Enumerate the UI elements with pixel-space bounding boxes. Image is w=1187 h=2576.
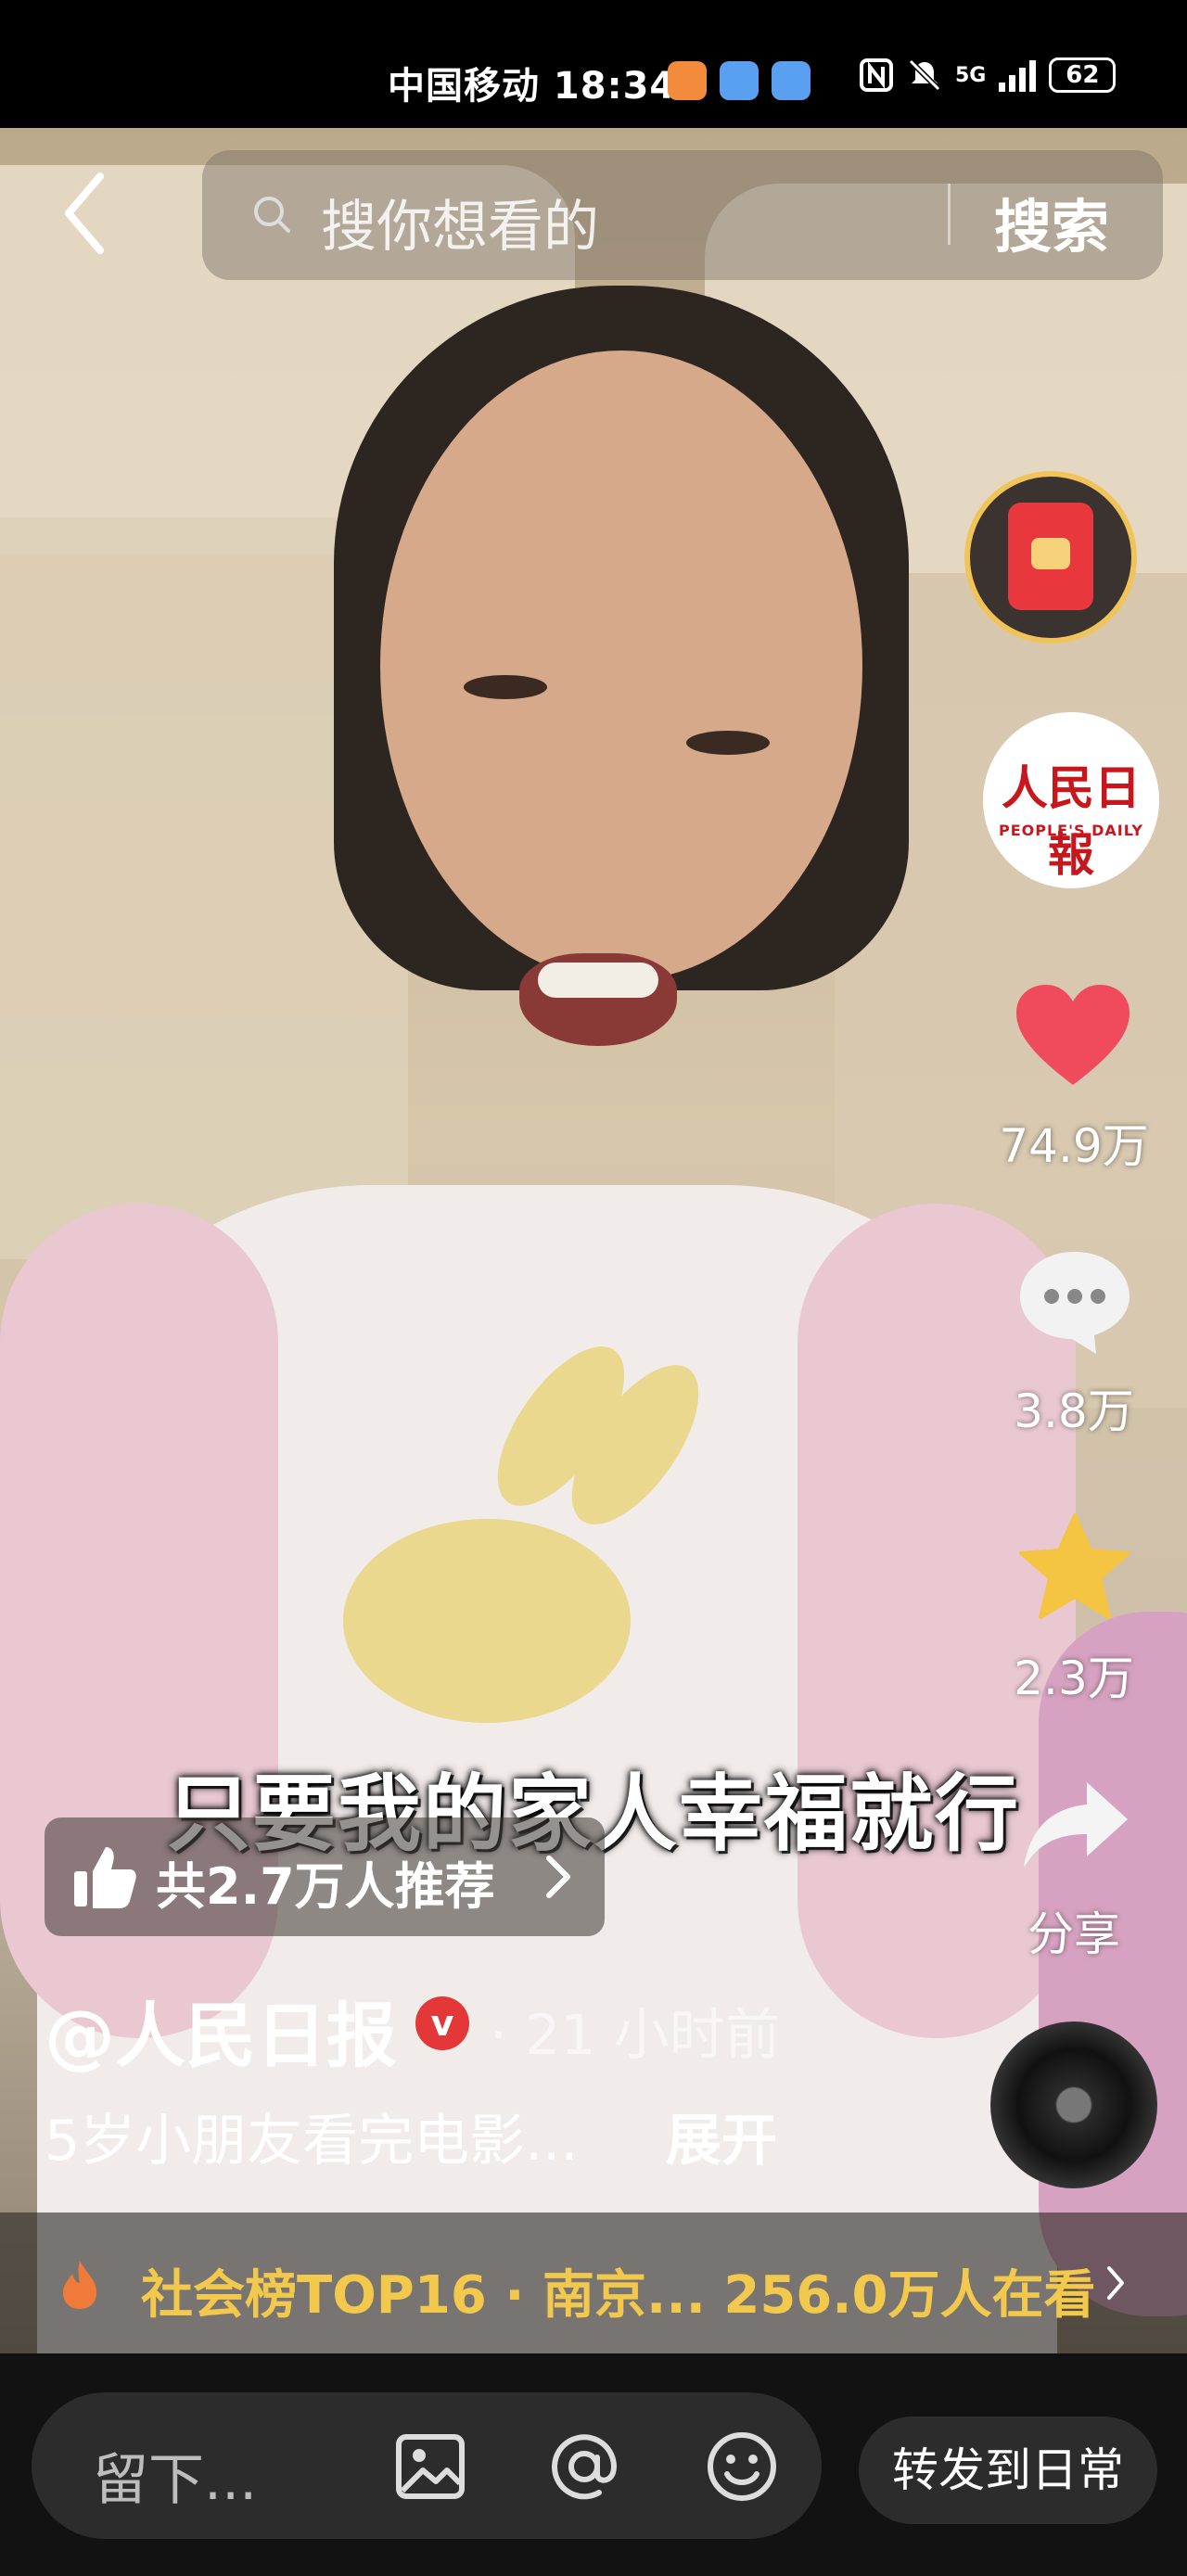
favorite-count: 2.3万 — [1014, 1651, 1134, 1705]
status-bar: 中国移动 18:34 5G 62 — [0, 0, 1187, 128]
search-icon — [254, 197, 290, 233]
author-name[interactable]: @人民日报 — [45, 1979, 397, 2081]
battery-indicator: 62 — [1049, 57, 1117, 93]
search-input[interactable]: 搜你想看的 — [321, 182, 599, 262]
recommend-text: 共2.7万人推荐 — [156, 1857, 495, 1916]
search-divider — [948, 184, 951, 245]
carrier-time: 中国移动 18:34 — [388, 65, 677, 108]
verified-badge-icon: v — [415, 1996, 469, 2050]
chevron-right-icon — [1107, 2266, 1124, 2300]
pink-plush-toy — [1039, 1612, 1187, 2316]
author-avatar[interactable]: 人民日報 PEOPLE'S DAILY — [983, 712, 1159, 888]
search-button[interactable]: 搜索 — [994, 180, 1109, 263]
post-time: · 21 小时前 — [490, 2003, 781, 2068]
share-label: 分享 — [1027, 1907, 1120, 1961]
image-icon[interactable] — [393, 2429, 467, 2504]
notification-app-icon — [668, 61, 707, 100]
favorite-star-icon[interactable] — [1016, 1511, 1133, 1623]
red-packet-seal — [1031, 538, 1070, 569]
avatar-logo-text: 人民日報 — [1002, 760, 1141, 882]
like-count: 74.9万 — [999, 1119, 1149, 1173]
comment-bubble-icon[interactable] — [1015, 1246, 1135, 1358]
post-description: 5岁小朋友看完电影... — [45, 2109, 579, 2174]
trending-text: 社会榜TOP16 · 南京... 256.0万人在看 — [141, 2265, 1096, 2326]
comment-count: 3.8万 — [1014, 1384, 1134, 1438]
mute-bell-icon — [908, 58, 941, 92]
child-teeth — [538, 963, 658, 998]
mention-icon[interactable] — [547, 2429, 621, 2504]
notification-app-icon — [772, 61, 810, 100]
like-heart-icon[interactable] — [1013, 981, 1133, 1092]
bunny-print — [343, 1519, 631, 1723]
music-disc-icon[interactable] — [990, 2021, 1157, 2188]
comment-placeholder: 留下... — [93, 2448, 258, 2513]
child-eye — [686, 731, 770, 755]
child-eye — [464, 675, 547, 699]
network-type: 5G — [955, 63, 987, 87]
status-indicators: 5G 62 — [859, 57, 1117, 93]
battery-level: 62 — [1066, 61, 1100, 89]
nfc-icon — [860, 58, 893, 92]
fire-icon — [63, 2261, 96, 2309]
child-face — [380, 351, 862, 981]
expand-button[interactable]: 展开 — [666, 2096, 777, 2176]
share-to-daily-button[interactable]: 转发到日常 — [859, 2417, 1157, 2524]
notification-app-icon — [720, 61, 759, 100]
signal-icon — [999, 60, 1037, 92]
back-arrow-icon[interactable] — [57, 167, 113, 260]
status-app-icons — [668, 61, 810, 100]
chevron-right-icon — [546, 1855, 570, 1898]
emoji-icon[interactable] — [705, 2429, 779, 2504]
avatar-logo-subtext: PEOPLE'S DAILY — [998, 822, 1143, 839]
thumbs-up-icon — [74, 1847, 136, 1908]
share-arrow-icon[interactable] — [1020, 1777, 1131, 1873]
